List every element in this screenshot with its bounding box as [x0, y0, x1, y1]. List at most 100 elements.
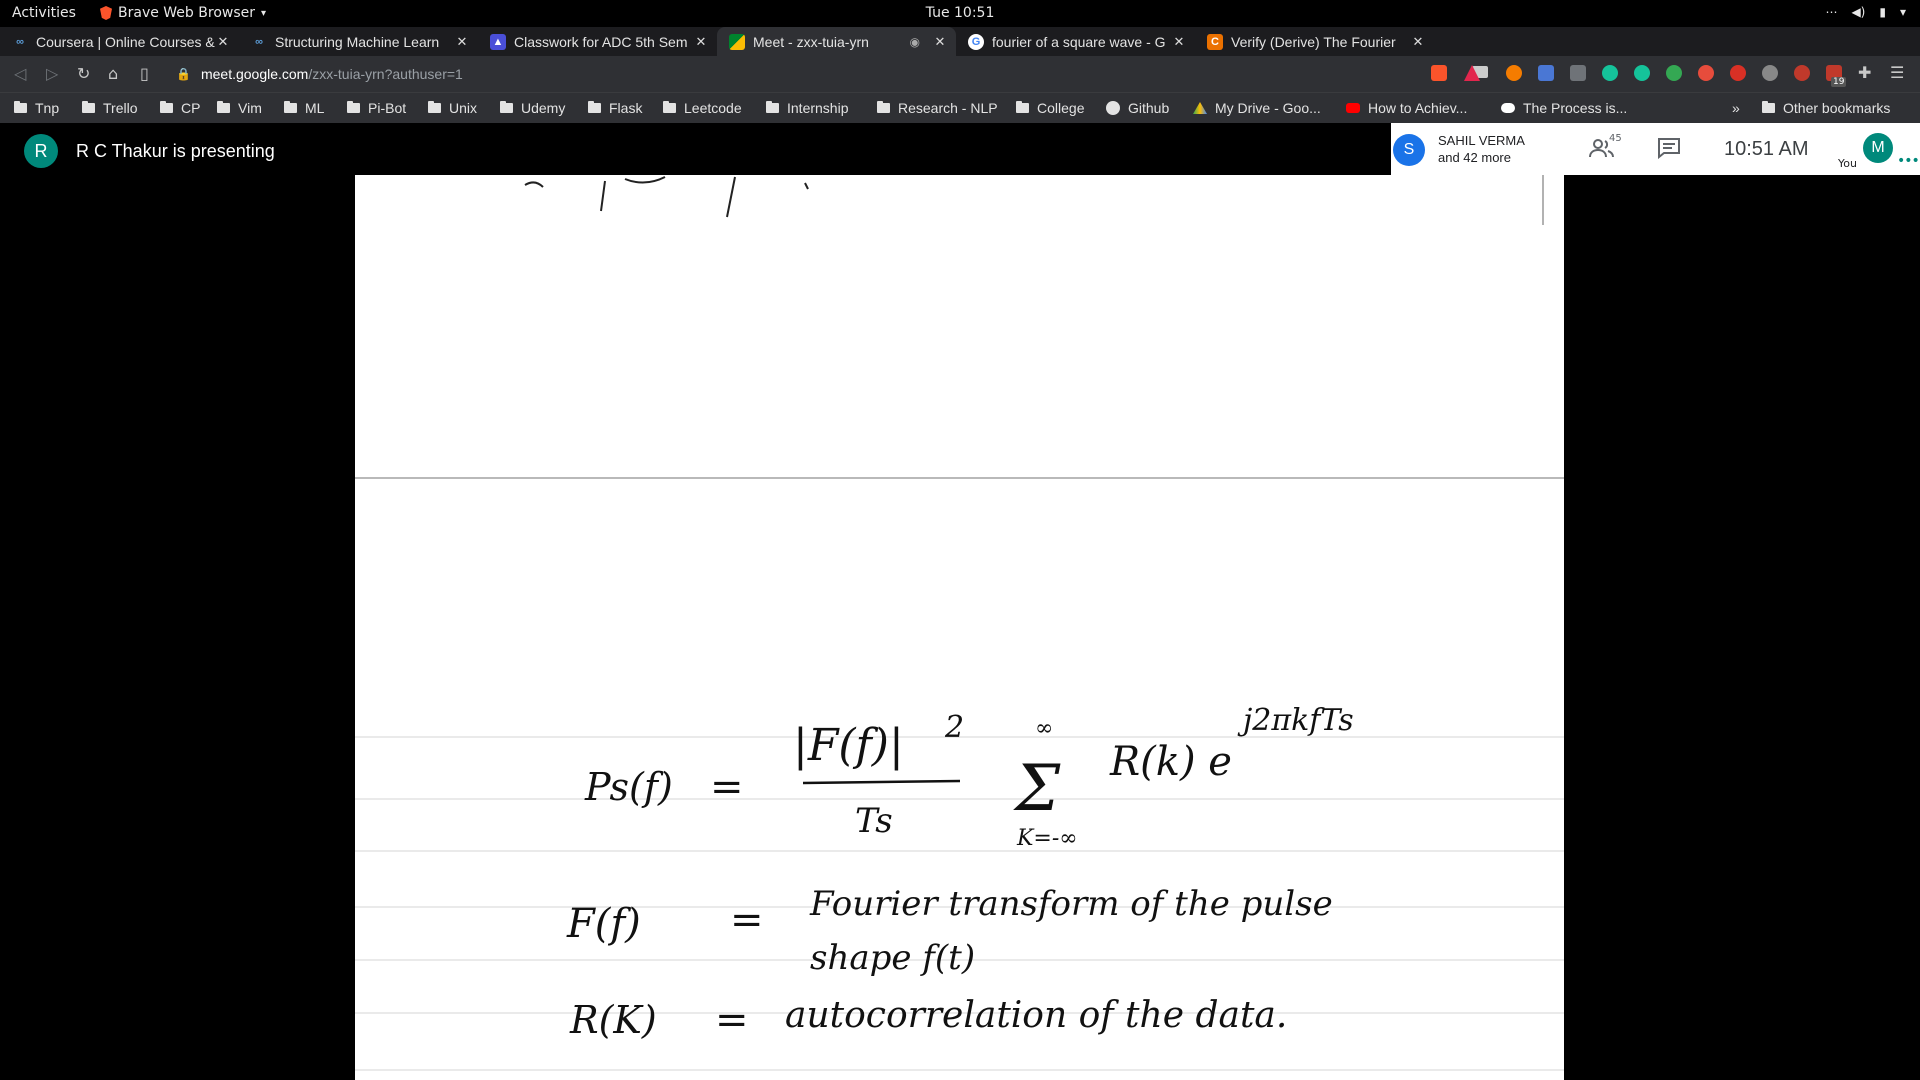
address-bar[interactable]: 🔒 meet.google.com /zxx-tuia-yrn?authuser… — [176, 60, 1488, 88]
folder-icon — [160, 101, 173, 113]
summation-term: R(k) e — [1109, 739, 1232, 785]
extension-icon[interactable] — [1794, 65, 1810, 81]
extension-icon[interactable] — [1570, 65, 1586, 81]
brave-shields-icon[interactable] — [1431, 65, 1447, 81]
definition-lhs: F(f) — [566, 901, 641, 947]
presenting-label: R C Thakur is presenting — [76, 141, 275, 161]
bookmarks-bar: Tnp Trello CP Vim ML Pi-Bot Unix Udemy F… — [0, 92, 1920, 123]
bookmark-link[interactable]: Github — [1106, 100, 1169, 116]
folder-icon — [877, 101, 890, 113]
chevron-down-icon: ▾ — [1899, 5, 1906, 19]
sum-lower-limit: K=-∞ — [1016, 826, 1078, 851]
bookmark-folder[interactable]: Research - NLP — [877, 100, 998, 116]
chat-icon[interactable] — [1657, 137, 1681, 159]
bookmark-link[interactable]: How to Achiev... — [1346, 100, 1467, 116]
tab-structuring-ml[interactable]: ∞ Structuring Machine Learn ✕ — [239, 27, 478, 56]
chevron-down-icon: ▾ — [261, 7, 267, 19]
participant-more: and 42 more — [1438, 150, 1511, 165]
system-clock: Tue 10:51 — [925, 5, 995, 21]
activities-button[interactable]: Activities — [12, 5, 76, 21]
browser-toolbar: ◁ ▷ ↻ ⌂ ▯ 🔒 meet.google.com /zxx-tuia-yr… — [0, 56, 1920, 92]
extension-icon[interactable] — [1506, 65, 1522, 81]
equals-sign: = — [710, 764, 744, 810]
meeting-time: 10:51 AM — [1724, 138, 1809, 160]
tab-title: Coursera | Online Courses & — [36, 33, 215, 50]
avatar[interactable]: M — [1863, 133, 1893, 163]
bookmark-link[interactable]: The Process is... — [1501, 100, 1627, 116]
bookmark-folder[interactable]: Internship — [766, 100, 848, 116]
bookmark-folder[interactable]: Leetcode — [663, 100, 742, 116]
other-bookmarks[interactable]: Other bookmarks — [1762, 100, 1890, 116]
fraction-denominator: Ts — [855, 801, 893, 841]
infinity-icon: ∞ — [255, 35, 263, 48]
url-domain: meet.google.com — [200, 66, 309, 82]
folder-icon — [284, 101, 297, 113]
meet-info-panel: S SAHIL VERMA and 42 more 45 10:51 AM M … — [1391, 123, 1920, 175]
tab-fourier-search[interactable]: G fourier of a square wave - G ✕ — [956, 27, 1195, 56]
tab-meet[interactable]: Meet - zxx-tuia-yrn ◉ ✕ — [717, 27, 956, 56]
forward-icon[interactable]: ▷ — [46, 64, 58, 83]
youtube-icon — [1346, 103, 1360, 113]
bookmarks-overflow-button[interactable]: » — [1732, 100, 1740, 116]
bookmark-folder[interactable]: Pi-Bot — [347, 100, 406, 116]
battery-icon: ▮ — [1879, 5, 1886, 19]
bookmark-folder[interactable]: Udemy — [500, 100, 565, 116]
bookmark-link[interactable]: My Drive - Goo... — [1193, 100, 1321, 116]
timer-icon[interactable] — [1698, 65, 1714, 81]
reload-icon[interactable]: ↻ — [77, 64, 90, 83]
close-icon[interactable]: ✕ — [693, 34, 709, 50]
gnome-top-bar: Activities Brave Web Browser ▾ Tue 10:51… — [0, 0, 1920, 27]
bookmark-folder[interactable]: Trello — [82, 100, 138, 116]
folder-icon — [347, 101, 360, 113]
extension-badge: 19 — [1831, 77, 1847, 87]
close-icon[interactable]: ✕ — [1410, 34, 1426, 50]
tab-title: Classwork for ADC 5th Sem — [514, 33, 688, 50]
close-icon[interactable]: ✕ — [454, 34, 470, 50]
participant-name: SAHIL VERMA — [1438, 133, 1525, 148]
puzzle-icon[interactable]: ✚ — [1858, 63, 1871, 82]
bookmark-folder[interactable]: CP — [160, 100, 200, 116]
bookmark-folder[interactable]: College — [1016, 100, 1084, 116]
add-extension-icon[interactable] — [1666, 65, 1682, 81]
fraction-numerator: |F(f)| — [793, 720, 904, 771]
tab-title: Verify (Derive) The Fourier — [1231, 33, 1396, 50]
app-name: Brave Web Browser — [118, 5, 255, 21]
tab-verify-fourier[interactable]: C Verify (Derive) The Fourier ✕ — [1195, 27, 1434, 56]
tab-coursera[interactable]: ∞ Coursera | Online Courses & ✕ — [0, 27, 239, 56]
github-icon — [1106, 101, 1120, 115]
bookmark-folder[interactable]: Flask — [588, 100, 642, 116]
folder-icon — [588, 101, 601, 113]
menu-icon[interactable]: ☰ — [1890, 63, 1904, 82]
bookmark-folder[interactable]: Tnp — [14, 100, 59, 116]
translate-icon[interactable] — [1538, 65, 1554, 81]
tab-strip: ∞ Coursera | Online Courses & ✕ ∞ Struct… — [0, 27, 1920, 80]
google-drive-icon — [1193, 102, 1207, 114]
definition-rhs: autocorrelation of the data. — [785, 995, 1287, 1036]
network-icon: ⋯ — [1825, 5, 1838, 19]
handwritten-notes: Ps(f) = |F(f)| 2 Ts ∞ Σ K=-∞ R(k) e j2πk… — [355, 175, 1564, 1071]
shield-icon[interactable] — [1730, 65, 1746, 81]
extension-icon[interactable] — [1762, 65, 1778, 81]
volume-icon: ◀) — [1851, 5, 1866, 19]
system-tray[interactable]: ⋯ ◀) ▮ ▾ — [1825, 5, 1906, 19]
definition-rhs: Fourier transform of the pulse — [809, 884, 1333, 924]
bookmark-folder[interactable]: ML — [284, 100, 324, 116]
tab-classwork[interactable]: ▲ Classwork for ADC 5th Sem ✕ — [478, 27, 717, 56]
grammarly-icon[interactable] — [1634, 65, 1650, 81]
folder-icon — [14, 101, 27, 113]
close-icon[interactable]: ✕ — [1171, 34, 1187, 50]
bookmark-icon[interactable]: ▯ — [140, 64, 149, 83]
bookmark-folder[interactable]: Unix — [428, 100, 477, 116]
more-options-icon[interactable]: ••• — [1897, 153, 1920, 169]
grammarly-icon[interactable] — [1602, 65, 1618, 81]
close-icon[interactable]: ✕ — [215, 34, 231, 50]
medium-icon — [1501, 103, 1515, 113]
exponent-term: j2πkfTs — [1237, 703, 1354, 738]
home-icon[interactable]: ⌂ — [108, 64, 118, 83]
folder-icon — [1762, 101, 1775, 113]
bookmark-folder[interactable]: Vim — [217, 100, 262, 116]
chegg-icon: C — [1207, 33, 1223, 50]
back-icon[interactable]: ◁ — [14, 64, 26, 83]
close-icon[interactable]: ✕ — [932, 34, 948, 50]
app-menu[interactable]: Brave Web Browser ▾ — [100, 5, 266, 21]
